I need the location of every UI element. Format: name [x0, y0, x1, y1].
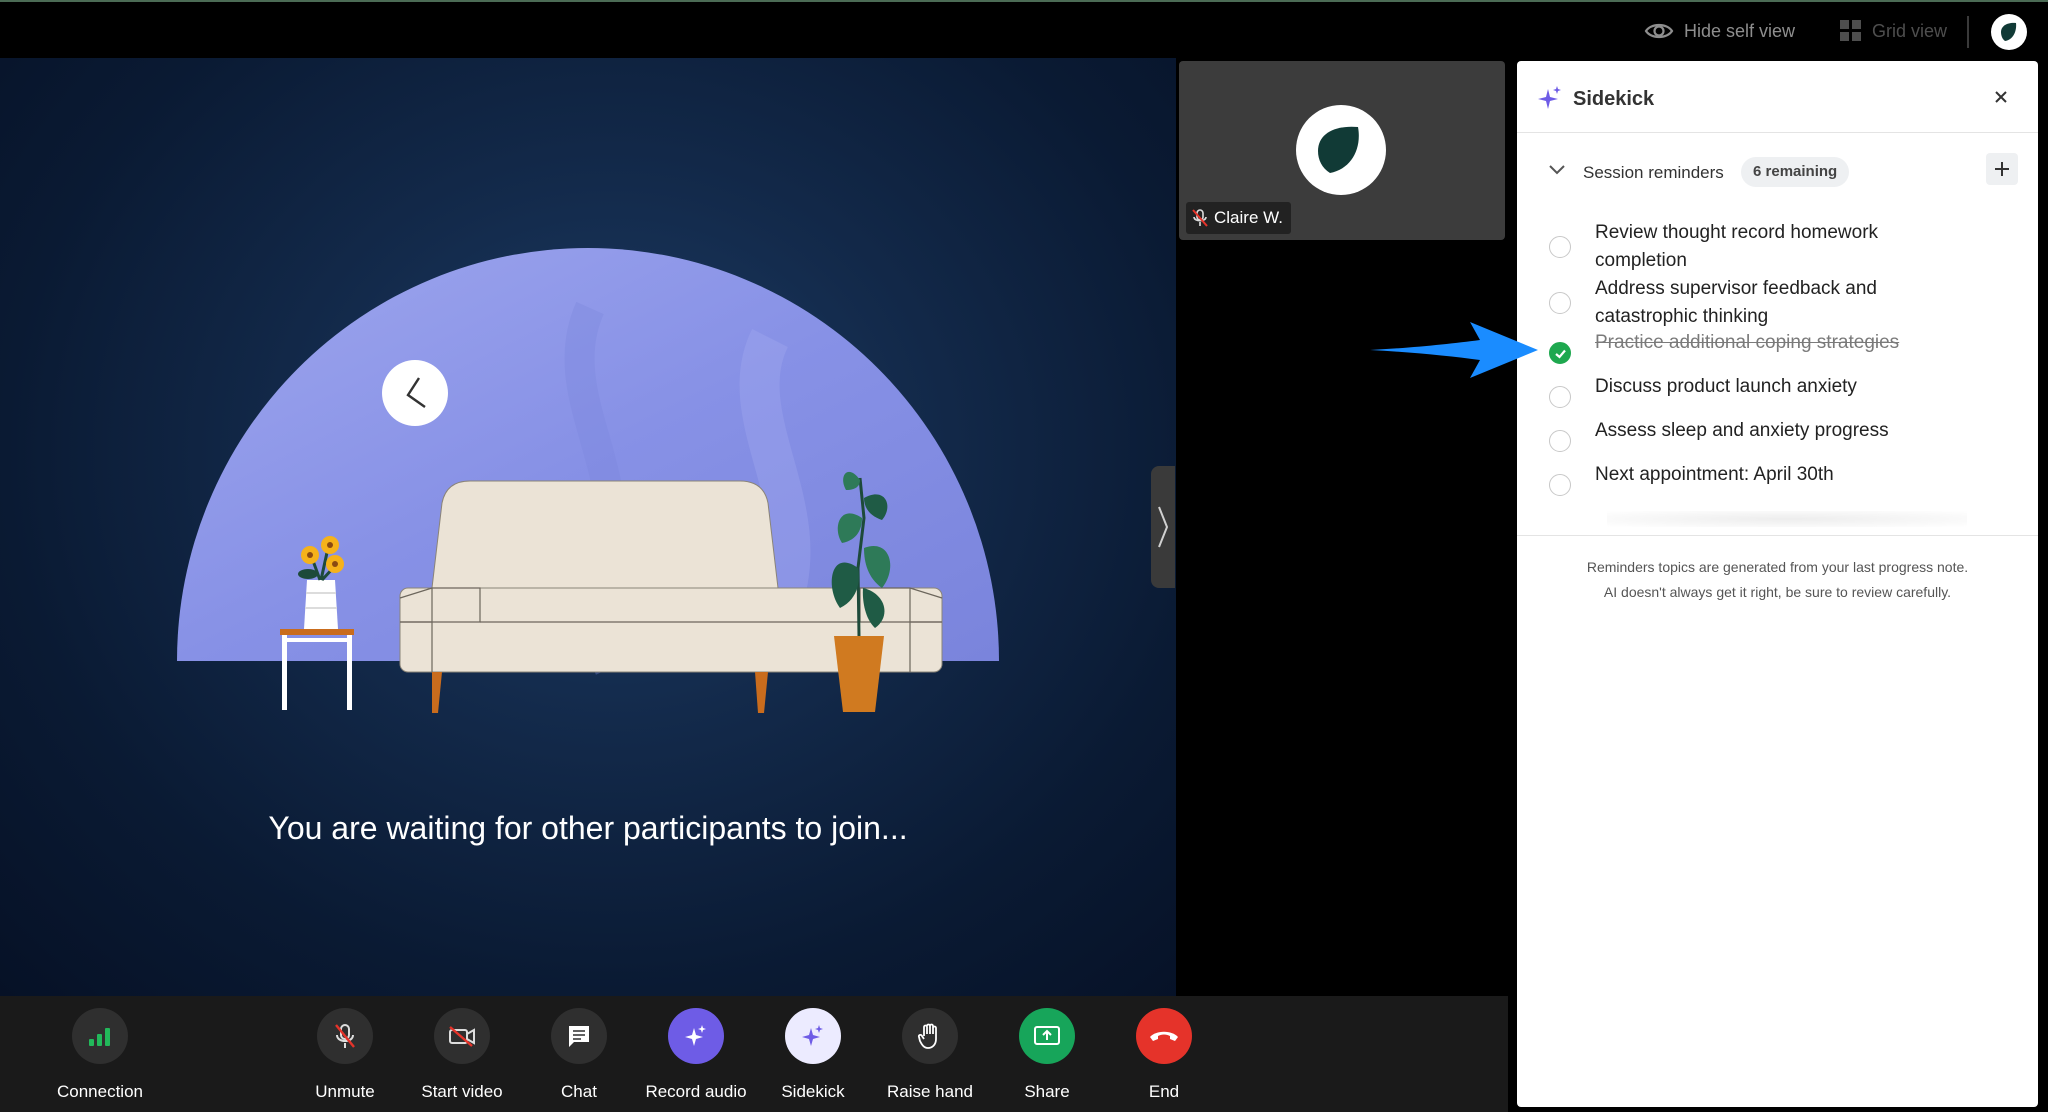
- checkbox[interactable]: [1549, 236, 1571, 258]
- ai-disclaimer: Reminders topics are generated from your…: [1517, 555, 2038, 605]
- participant-name-tag: Claire W.: [1186, 202, 1291, 234]
- share-screen-icon: [1034, 1026, 1060, 1045]
- close-button[interactable]: [1988, 84, 2014, 110]
- reminder-text: Practice additional coping strategies: [1595, 332, 1900, 353]
- disclaimer-line-2: AI doesn't always get it right, be sure …: [1603, 584, 1952, 600]
- chat-label: Chat: [561, 1082, 597, 1101]
- session-reminders-toggle[interactable]: Session reminders 6 remaining: [1517, 153, 2038, 191]
- brand-logo-icon[interactable]: [1991, 14, 2027, 50]
- end-call-button[interactable]: End: [1099, 1008, 1229, 1102]
- participant-name: Claire W.: [1214, 208, 1283, 227]
- reminder-text: Assess sleep and anxiety progress: [1595, 420, 1889, 441]
- sidekick-label: Sidekick: [781, 1082, 845, 1101]
- chevron-right-icon: [1158, 506, 1169, 548]
- session-reminders-label: Session reminders: [1583, 163, 1724, 182]
- mic-off-icon: [1192, 209, 1208, 227]
- top-bar: Hide self view Grid view: [0, 0, 2048, 58]
- connection-label: Connection: [56, 1082, 143, 1101]
- sidekick-button[interactable]: Sidekick: [748, 1008, 878, 1102]
- checkbox[interactable]: [1549, 386, 1571, 408]
- annotation-arrow-icon: [1370, 322, 1538, 378]
- divider: [1517, 535, 2038, 536]
- signal-bars-icon: [89, 1028, 110, 1046]
- reminder-text: Review thought record homework completio…: [1595, 222, 1879, 271]
- checkbox[interactable]: [1549, 430, 1571, 452]
- raise-hand-label: Raise hand: [886, 1082, 973, 1101]
- participant-avatar: [1296, 105, 1386, 195]
- reminder-text: Address supervisor feedback and catastro…: [1595, 278, 1877, 327]
- record-audio-button[interactable]: Record audio: [631, 1008, 761, 1102]
- checkbox[interactable]: [1549, 474, 1571, 496]
- remaining-badge: 6 remaining: [1741, 157, 1850, 187]
- divider: [1967, 16, 1969, 48]
- waiting-message: You are waiting for other participants t…: [268, 810, 908, 846]
- hand-icon: [917, 1023, 937, 1049]
- disclaimer-line-1: Reminders topics are generated from your…: [1586, 559, 1969, 575]
- start-video-label: Start video: [421, 1082, 503, 1101]
- close-icon: [1995, 91, 2007, 103]
- hide-self-view-button[interactable]: Hide self view: [1644, 16, 1795, 46]
- waiting-room-illustration: [177, 248, 999, 713]
- grid-view-button[interactable]: Grid view: [1840, 16, 1947, 46]
- start-video-button[interactable]: Start video: [397, 1008, 527, 1102]
- chat-icon: [569, 1026, 589, 1047]
- sidekick-title: Sidekick: [1573, 88, 1655, 110]
- reminder-text: Discuss product launch anxiety: [1595, 376, 1857, 397]
- grid-icon: [1840, 20, 1861, 41]
- checkbox[interactable]: [1549, 292, 1571, 314]
- unmute-label: Unmute: [315, 1082, 375, 1101]
- call-toolbar: Connection Unmute Start video Chat Recor…: [0, 996, 1508, 1112]
- waiting-room-stage: You are waiting for other participants t…: [0, 58, 1176, 996]
- chat-button[interactable]: Chat: [514, 1008, 644, 1102]
- mic-off-icon: [335, 1024, 355, 1048]
- record-audio-label: Record audio: [645, 1082, 747, 1101]
- self-view-tile: Claire W.: [1179, 61, 1505, 240]
- eye-icon: [1644, 23, 1674, 39]
- reminder-text: Next appointment: April 30th: [1595, 464, 1834, 485]
- list-fade: [1607, 511, 1967, 527]
- sparkle-icon: [685, 1025, 706, 1046]
- checkbox-checked[interactable]: [1549, 342, 1571, 364]
- end-label: End: [1148, 1082, 1180, 1101]
- video-off-icon: [449, 1026, 475, 1047]
- raise-hand-button[interactable]: Raise hand: [865, 1008, 995, 1102]
- collapse-panel-handle[interactable]: [1151, 466, 1175, 588]
- check-icon: [1554, 349, 1566, 359]
- share-button[interactable]: Share: [982, 1008, 1112, 1102]
- sidekick-panel: Sidekick Session reminders 6 remaining R…: [1517, 61, 2038, 1107]
- chevron-down-icon: [1549, 165, 1565, 175]
- plus-icon: [1995, 162, 2009, 176]
- sparkle-icon: [802, 1025, 823, 1046]
- share-label: Share: [1024, 1082, 1070, 1101]
- connection-button[interactable]: Connection: [35, 1008, 165, 1102]
- hang-up-icon: [1150, 1031, 1178, 1041]
- sparkle-icon: [1538, 86, 1561, 109]
- unmute-button[interactable]: Unmute: [280, 1008, 410, 1102]
- hide-self-view-label: Hide self view: [1684, 20, 1796, 41]
- add-reminder-button[interactable]: [1986, 153, 2018, 185]
- sidekick-header: Sidekick: [1517, 61, 2038, 133]
- grid-view-label: Grid view: [1872, 20, 1948, 41]
- clock-icon: [382, 360, 448, 426]
